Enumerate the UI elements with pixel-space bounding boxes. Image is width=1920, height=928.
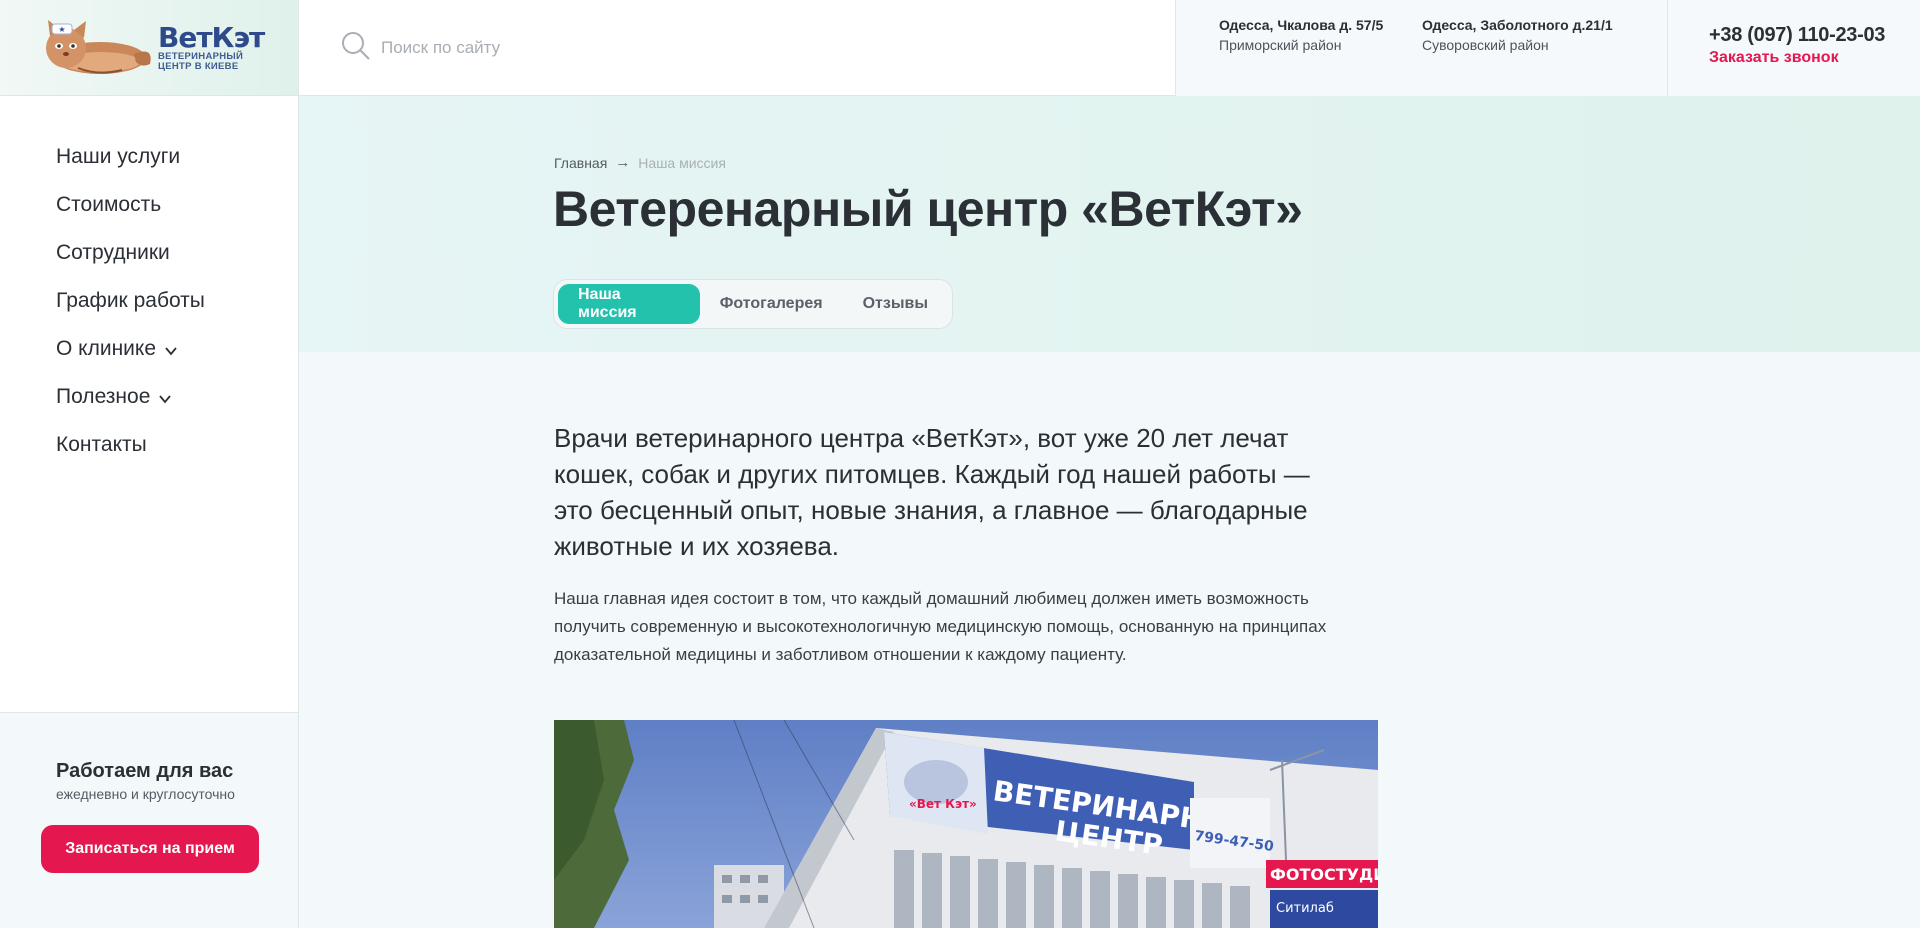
tab-reviews[interactable]: Отзывы — [843, 284, 948, 324]
sidebar-item-prices[interactable]: Стоимость — [56, 192, 298, 240]
search-bar[interactable]: Поиск по сайту — [299, 0, 1175, 96]
search-icon[interactable] — [341, 31, 371, 66]
brand-tagline-2: ЦЕНТР В КИЕВЕ — [158, 60, 239, 72]
address-1[interactable]: Одесса, Чкалова д. 57/5 Приморский район — [1219, 17, 1383, 53]
chevron-down-icon[interactable] — [164, 339, 178, 356]
sidebar-item-label: Сотрудники — [56, 241, 170, 264]
sidebar-item-label: Полезное — [56, 385, 151, 408]
working-hours-title: Работаем для вас — [56, 760, 234, 782]
sidebar-item-contacts[interactable]: Контакты — [56, 432, 298, 480]
sidebar-item-label: Контакты — [56, 433, 147, 456]
tab-mission[interactable]: Наша миссия — [558, 284, 700, 324]
working-hours-panel: Работаем для вас ежедневно и круглосуточ… — [0, 712, 298, 928]
sidebar-item-services[interactable]: Наши услуги — [56, 144, 298, 192]
sidebar-nav: Наши услуги Стоимость Сотрудники График … — [0, 96, 298, 480]
breadcrumb-current: Наша миссия — [638, 154, 726, 171]
arrow-right-icon: → — [615, 154, 631, 171]
tab-bar: Наша миссия Фотогалерея Отзывы — [553, 279, 953, 329]
book-appointment-button[interactable]: Записаться на прием — [41, 825, 259, 873]
sidebar-item-about[interactable]: О клинике — [56, 336, 298, 384]
address-2[interactable]: Одесса, Заболотного д.21/1 Суворовский р… — [1422, 17, 1613, 53]
sidebar-item-label: О клинике — [56, 337, 157, 360]
sidebar-item-schedule[interactable]: График работы — [56, 288, 298, 336]
address-2-district: Суворовский район — [1422, 37, 1549, 53]
breadcrumb: Главная → Наша миссия — [554, 154, 726, 171]
cat-logo-icon: ★ — [38, 18, 156, 78]
page-title: Ветеренарный центр «ВетКэт» — [553, 181, 1303, 237]
sidebar-item-staff[interactable]: Сотрудники — [56, 240, 298, 288]
sign-photostudio-text: ФОТОСТУДИЯ — [1270, 865, 1378, 884]
chevron-down-icon[interactable] — [158, 387, 172, 404]
sidebar-item-label: Наши услуги — [56, 145, 181, 168]
body-paragraph: Наша главная идея состоит в том, что каж… — [554, 589, 1327, 664]
tab-gallery[interactable]: Фотогалерея — [700, 284, 843, 324]
sidebar-item-useful[interactable]: Полезное — [56, 384, 298, 432]
svg-text:★: ★ — [58, 25, 65, 34]
addresses-panel: Одесса, Чкалова д. 57/5 Приморский район… — [1175, 0, 1668, 96]
sign-logo-text: «Вет Кэт» — [909, 797, 977, 811]
callback-link[interactable]: Заказать звонок — [1709, 49, 1920, 67]
sidebar: ★ ВетКэт ВЕТЕРИНАРНЫЙ ЦЕНТР В КИЕВЕ Наши… — [0, 0, 299, 928]
hero-section: Главная → Наша миссия Ветеренарный центр… — [299, 96, 1920, 352]
sidebar-item-label: График работы — [56, 289, 205, 312]
logo[interactable]: ★ ВетКэт ВЕТЕРИНАРНЫЙ ЦЕНТР В КИЕВЕ — [0, 0, 298, 96]
contact-panel: +38 (097) 110-23-03 Заказать звонок — [1668, 0, 1920, 96]
breadcrumb-home[interactable]: Главная — [554, 155, 607, 171]
sign-citilab-text: Ситилаб — [1276, 901, 1334, 916]
address-1-title: Одесса, Чкалова д. 57/5 — [1219, 17, 1384, 33]
top-header: Поиск по сайту Одесса, Чкалова д. 57/5 П… — [299, 0, 1920, 96]
working-hours-subtitle: ежедневно и круглосуточно — [56, 786, 235, 802]
search-input[interactable]: Поиск по сайту — [381, 38, 500, 58]
lead-text: Врачи ветеринарного центра «ВетКэт», вот… — [554, 423, 1310, 561]
address-2-title: Одесса, Заболотного д.21/1 — [1422, 17, 1613, 33]
address-1-district: Приморский район — [1219, 37, 1342, 53]
clinic-photo: «Вет Кэт» ВЕТЕРИНАРНЫЙ ЦЕНТР 799-47-50 Ф… — [554, 720, 1378, 928]
phone-link[interactable]: +38 (097) 110-23-03 — [1709, 24, 1920, 47]
brand-name: ВетКэт — [158, 20, 265, 54]
sidebar-item-label: Стоимость — [56, 193, 162, 216]
